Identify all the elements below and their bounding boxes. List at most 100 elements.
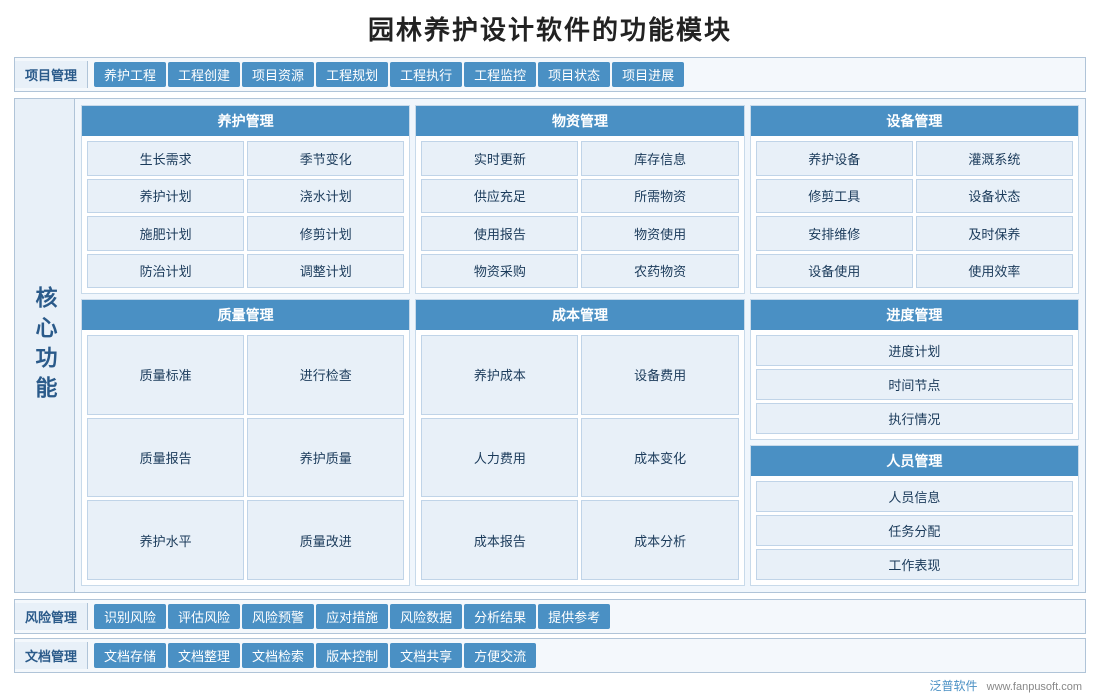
- module-chengben-body: 养护成本设备费用人力费用成本变化成本报告成本分析: [416, 330, 743, 585]
- risk-bar-item-6[interactable]: 提供参考: [538, 604, 610, 629]
- module-wuzi-header: 物资管理: [416, 106, 743, 136]
- module-wuzi-body: 实时更新库存信息供应充足所需物资使用报告物资使用物资采购农药物资: [416, 136, 743, 293]
- risk-bar-item-4[interactable]: 风险数据: [390, 604, 462, 629]
- cell-zhiliang-body-3[interactable]: 养护质量: [247, 418, 404, 498]
- risk-bar-label: 风险管理: [15, 603, 88, 630]
- risk-bar-item-1[interactable]: 评估风险: [168, 604, 240, 629]
- top-bar-item-5[interactable]: 工程监控: [464, 62, 536, 87]
- module-chengben-header: 成本管理: [416, 300, 743, 330]
- module-jindu: 进度管理 进度计划时间节点执行情况: [750, 299, 1079, 440]
- cell-renyuan-body-1[interactable]: 任务分配: [756, 515, 1073, 546]
- cell-renyuan-body-0[interactable]: 人员信息: [756, 481, 1073, 512]
- cell-chengben-body-0[interactable]: 养护成本: [421, 335, 578, 415]
- cell-yanghu-body-0[interactable]: 生长需求: [87, 141, 244, 176]
- cell-wuzi-body-7[interactable]: 农药物资: [581, 254, 738, 289]
- module-yanghu-header: 养护管理: [82, 106, 409, 136]
- cell-wuzi-body-3[interactable]: 所需物资: [581, 179, 738, 214]
- module-chengben: 成本管理 养护成本设备费用人力费用成本变化成本报告成本分析: [415, 299, 744, 586]
- module-zhiliang-body: 质量标准进行检查质量报告养护质量养护水平质量改进: [82, 330, 409, 585]
- cell-chengben-body-4[interactable]: 成本报告: [421, 500, 578, 580]
- modules-grid: 养护管理 生长需求季节变化养护计划浇水计划施肥计划修剪计划防治计划调整计划 物资…: [75, 99, 1085, 592]
- page-title: 园林养护设计软件的功能模块: [14, 10, 1086, 47]
- top-bar-item-0[interactable]: 养护工程: [94, 62, 166, 87]
- risk-bar-item-5[interactable]: 分析结果: [464, 604, 536, 629]
- doc-bar-items: 文档存储文档整理文档检索版本控制文档共享方便交流: [88, 641, 542, 670]
- cell-yanghu-body-3[interactable]: 浇水计划: [247, 179, 404, 214]
- cell-wuzi-body-2[interactable]: 供应充足: [421, 179, 578, 214]
- watermark: 泛普软件 www.fanpusoft.com: [14, 677, 1086, 694]
- cell-yanghu-body-5[interactable]: 修剪计划: [247, 216, 404, 251]
- module-jindu-body: 进度计划时间节点执行情况: [751, 330, 1078, 439]
- cell-jindu-body-0[interactable]: 进度计划: [756, 335, 1073, 366]
- doc-bar: 文档管理 文档存储文档整理文档检索版本控制文档共享方便交流: [14, 638, 1086, 673]
- doc-bar-item-3[interactable]: 版本控制: [316, 643, 388, 668]
- risk-bar-items: 识别风险评估风险风险预警应对措施风险数据分析结果提供参考: [88, 602, 616, 631]
- module-wuzi: 物资管理 实时更新库存信息供应充足所需物资使用报告物资使用物资采购农药物资: [415, 105, 744, 294]
- top-bar-item-7[interactable]: 项目进展: [612, 62, 684, 87]
- module-renyuan: 人员管理 人员信息任务分配工作表现: [750, 445, 1079, 586]
- cell-renyuan-body-2[interactable]: 工作表现: [756, 549, 1073, 580]
- doc-bar-item-1[interactable]: 文档整理: [168, 643, 240, 668]
- cell-shebei-body-0[interactable]: 养护设备: [756, 141, 913, 176]
- cell-zhiliang-body-1[interactable]: 进行检查: [247, 335, 404, 415]
- doc-bar-item-2[interactable]: 文档检索: [242, 643, 314, 668]
- top-bar-item-3[interactable]: 工程规划: [316, 62, 388, 87]
- cell-yanghu-body-7[interactable]: 调整计划: [247, 254, 404, 289]
- cell-chengben-body-1[interactable]: 设备费用: [581, 335, 738, 415]
- module-shebei: 设备管理 养护设备灌溉系统修剪工具设备状态安排维修及时保养设备使用使用效率: [750, 105, 1079, 294]
- cell-yanghu-body-1[interactable]: 季节变化: [247, 141, 404, 176]
- doc-bar-item-4[interactable]: 文档共享: [390, 643, 462, 668]
- cell-zhiliang-body-2[interactable]: 质量报告: [87, 418, 244, 498]
- cell-chengben-body-2[interactable]: 人力费用: [421, 418, 578, 498]
- top-bar: 项目管理 养护工程工程创建项目资源工程规划工程执行工程监控项目状态项目进展: [14, 57, 1086, 92]
- cell-shebei-body-2[interactable]: 修剪工具: [756, 179, 913, 214]
- main-area: 核心功能 养护管理 生长需求季节变化养护计划浇水计划施肥计划修剪计划防治计划调整…: [14, 98, 1086, 593]
- cell-shebei-body-3[interactable]: 设备状态: [916, 179, 1073, 214]
- cell-yanghu-body-4[interactable]: 施肥计划: [87, 216, 244, 251]
- module-zhiliang: 质量管理 质量标准进行检查质量报告养护质量养护水平质量改进: [81, 299, 410, 586]
- cell-jindu-body-2[interactable]: 执行情况: [756, 403, 1073, 434]
- risk-bar-item-3[interactable]: 应对措施: [316, 604, 388, 629]
- cell-chengben-body-5[interactable]: 成本分析: [581, 500, 738, 580]
- risk-bar-item-0[interactable]: 识别风险: [94, 604, 166, 629]
- risk-bar: 风险管理 识别风险评估风险风险预警应对措施风险数据分析结果提供参考: [14, 599, 1086, 634]
- module-jindu-header: 进度管理: [751, 300, 1078, 330]
- module-yanghu: 养护管理 生长需求季节变化养护计划浇水计划施肥计划修剪计划防治计划调整计划: [81, 105, 410, 294]
- cell-wuzi-body-1[interactable]: 库存信息: [581, 141, 738, 176]
- cell-jindu-body-1[interactable]: 时间节点: [756, 369, 1073, 400]
- cell-shebei-body-7[interactable]: 使用效率: [916, 254, 1073, 289]
- cell-wuzi-body-0[interactable]: 实时更新: [421, 141, 578, 176]
- cell-chengben-body-3[interactable]: 成本变化: [581, 418, 738, 498]
- doc-bar-item-0[interactable]: 文档存储: [94, 643, 166, 668]
- top-bar-item-4[interactable]: 工程执行: [390, 62, 462, 87]
- doc-bar-item-5[interactable]: 方便交流: [464, 643, 536, 668]
- cell-zhiliang-body-5[interactable]: 质量改进: [247, 500, 404, 580]
- watermark-brand: 泛普软件: [929, 679, 977, 693]
- cell-zhiliang-body-4[interactable]: 养护水平: [87, 500, 244, 580]
- cell-yanghu-body-2[interactable]: 养护计划: [87, 179, 244, 214]
- core-label: 核心功能: [15, 99, 75, 592]
- module-shebei-header: 设备管理: [751, 106, 1078, 136]
- module-zhiliang-header: 质量管理: [82, 300, 409, 330]
- top-bar-item-1[interactable]: 工程创建: [168, 62, 240, 87]
- cell-wuzi-body-6[interactable]: 物资采购: [421, 254, 578, 289]
- cell-shebei-body-6[interactable]: 设备使用: [756, 254, 913, 289]
- top-bar-item-2[interactable]: 项目资源: [242, 62, 314, 87]
- page-wrapper: 园林养护设计软件的功能模块 项目管理 养护工程工程创建项目资源工程规划工程执行工…: [0, 0, 1100, 700]
- risk-bar-item-2[interactable]: 风险预警: [242, 604, 314, 629]
- cell-shebei-body-1[interactable]: 灌溉系统: [916, 141, 1073, 176]
- cell-shebei-body-5[interactable]: 及时保养: [916, 216, 1073, 251]
- cell-shebei-body-4[interactable]: 安排维修: [756, 216, 913, 251]
- cell-zhiliang-body-0[interactable]: 质量标准: [87, 335, 244, 415]
- module-renyuan-header: 人员管理: [751, 446, 1078, 476]
- cell-yanghu-body-6[interactable]: 防治计划: [87, 254, 244, 289]
- watermark-url: www.fanpusoft.com: [987, 681, 1082, 693]
- module-renyuan-body: 人员信息任务分配工作表现: [751, 476, 1078, 585]
- cell-wuzi-body-5[interactable]: 物资使用: [581, 216, 738, 251]
- right-bottom-col: 进度管理 进度计划时间节点执行情况 人员管理 人员信息任务分配工作表现: [750, 299, 1079, 586]
- top-bar-label: 项目管理: [15, 61, 88, 88]
- cell-wuzi-body-4[interactable]: 使用报告: [421, 216, 578, 251]
- doc-bar-label: 文档管理: [15, 642, 88, 669]
- top-bar-items: 养护工程工程创建项目资源工程规划工程执行工程监控项目状态项目进展: [88, 60, 690, 89]
- top-bar-item-6[interactable]: 项目状态: [538, 62, 610, 87]
